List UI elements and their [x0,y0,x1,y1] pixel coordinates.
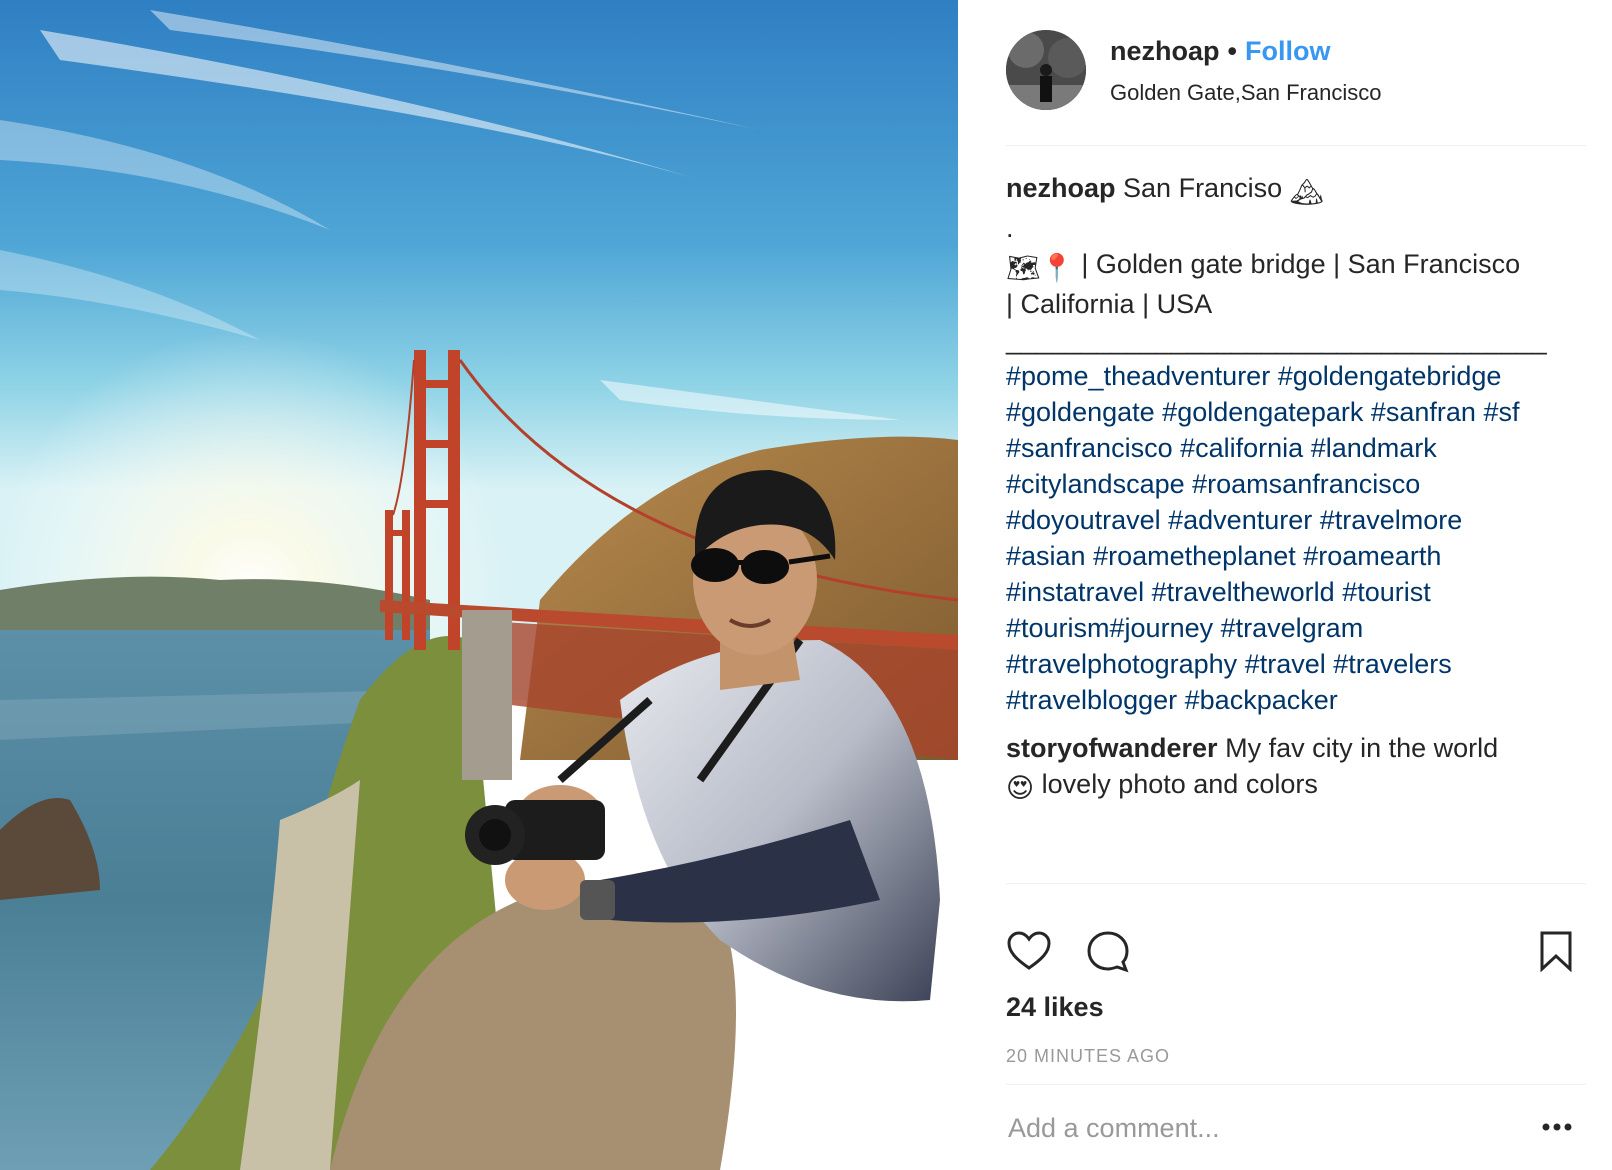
hashtag-link[interactable]: #goldengate [1006,397,1155,427]
hashtag-line: #sanfrancisco #california #landmark [1006,430,1588,466]
separator-dot: • [1227,36,1237,66]
golden-gate-photo [0,0,958,1170]
hashtag-link[interactable]: #sanfran [1371,397,1476,427]
map-pin-emojis: 🗺📍 [1006,253,1074,283]
username-row: nezhoap • Follow [1110,36,1330,67]
hashtag-link[interactable]: #doyoutravel [1006,505,1161,535]
hashtag-link[interactable]: #roamearth [1303,541,1441,571]
post-timestamp: 20 MINUTES AGO [1006,1046,1171,1066]
hashtag-line: #travelblogger #backpacker [1006,682,1588,718]
actions-divider [1006,883,1586,884]
hashtag-line: #asian #roametheplanet #roamearth [1006,538,1588,574]
post-header: nezhoap • Follow Golden Gate,San Francisco [1006,30,1586,112]
heart-eyes-emoji: 😍 [1006,773,1035,803]
hashtag-link[interactable]: #travelblogger [1006,685,1177,715]
hashtag-link[interactable]: #sf [1483,397,1519,427]
header-divider [1006,145,1586,146]
hashtag-line: #citylandscape #roamsanfrancisco [1006,466,1588,502]
post-location[interactable]: Golden Gate,San Francisco [1110,80,1381,106]
hashtag-link[interactable]: #tourism#journey [1006,613,1213,643]
hashtag-link[interactable]: #roametheplanet [1093,541,1296,571]
hashtag-block: #pome_theadventurer #goldengatebridge #g… [1006,358,1588,718]
hashtag-link[interactable]: #adventurer [1168,505,1312,535]
caption-text: San Franciso [1123,173,1283,203]
hashtag-link[interactable]: #goldengatepark [1162,397,1363,427]
caption-underscore-line: ____________________________________ [1006,325,1547,355]
hashtag-link[interactable]: #pome_theadventurer [1006,361,1270,391]
bookmark-outline-icon[interactable] [1539,930,1573,977]
hashtag-link[interactable]: #goldengatebridge [1278,361,1502,391]
comment-text-1: My fav city in the world [1225,733,1499,763]
ellipsis-icon[interactable] [1542,1118,1572,1136]
post-username[interactable]: nezhoap [1110,36,1220,66]
follow-button[interactable]: Follow [1245,36,1330,66]
hashtag-link[interactable]: #instatravel [1006,577,1144,607]
hashtag-link[interactable]: #asian [1006,541,1086,571]
hashtag-line: #tourism#journey #travelgram [1006,610,1588,646]
add-comment-input[interactable] [1008,1108,1508,1148]
hashtag-line: #doyoutravel #adventurer #travelmore [1006,502,1588,538]
mountain-emoji: 🏔 [1289,177,1324,207]
avatar[interactable] [1006,30,1086,110]
hashtag-line: #travelphotography #travel #travelers [1006,646,1588,682]
comments-section: nezhoap San Franciso 🏔 . 🗺📍 | Golden gat… [1006,170,1588,806]
hashtag-link[interactable]: #travelgram [1221,613,1364,643]
caption-title-line: nezhoap San Franciso 🏔 [1006,170,1588,210]
comment-line-1: storyofwanderer My fav city in the world [1006,730,1588,766]
hashtag-link[interactable]: #travelers [1333,649,1452,679]
hashtag-link[interactable]: #traveltheworld [1152,577,1335,607]
comment-line-2: 😍 lovely photo and colors [1006,766,1588,806]
comment-username[interactable]: storyofwanderer [1006,733,1218,763]
likes-count[interactable]: 24 likes [1006,992,1104,1023]
hashtag-link[interactable]: #california [1180,433,1303,463]
speech-bubble-icon[interactable] [1086,930,1130,979]
hashtag-link[interactable]: #landmark [1311,433,1437,463]
hashtag-link[interactable]: #backpacker [1185,685,1338,715]
hashtag-link[interactable]: #travelmore [1320,505,1463,535]
caption-username[interactable]: nezhoap [1006,173,1116,203]
caption-place-line-2: | California | USA [1006,289,1213,319]
post-photo[interactable] [0,0,958,1170]
caption-dot-line: . [1006,213,1014,243]
action-bar [1006,930,1586,980]
post-sidebar: nezhoap • Follow Golden Gate,San Francisco… [958,0,1612,1170]
hashtag-link[interactable]: #tourist [1342,577,1431,607]
caption-place-text-1: | Golden gate bridge | San Francisco [1073,249,1521,279]
hashtag-line: #goldengate #goldengatepark #sanfran #sf [1006,394,1588,430]
hashtag-link[interactable]: #travelphotography [1006,649,1237,679]
hashtag-link[interactable]: #sanfrancisco [1006,433,1173,463]
comment-divider [1006,1084,1586,1085]
hashtag-link[interactable]: #roamsanfrancisco [1192,469,1420,499]
hashtag-line: #instatravel #traveltheworld #tourist [1006,574,1588,610]
hashtag-link[interactable]: #travel [1245,649,1326,679]
comment-text-2: lovely photo and colors [1041,769,1318,799]
heart-outline-icon[interactable] [1006,930,1052,977]
hashtag-link[interactable]: #citylandscape [1006,469,1185,499]
avatar-image [1006,30,1086,110]
caption-place-line-1: 🗺📍 | Golden gate bridge | San Francisco [1006,246,1588,286]
hashtag-line: #pome_theadventurer #goldengatebridge [1006,358,1588,394]
